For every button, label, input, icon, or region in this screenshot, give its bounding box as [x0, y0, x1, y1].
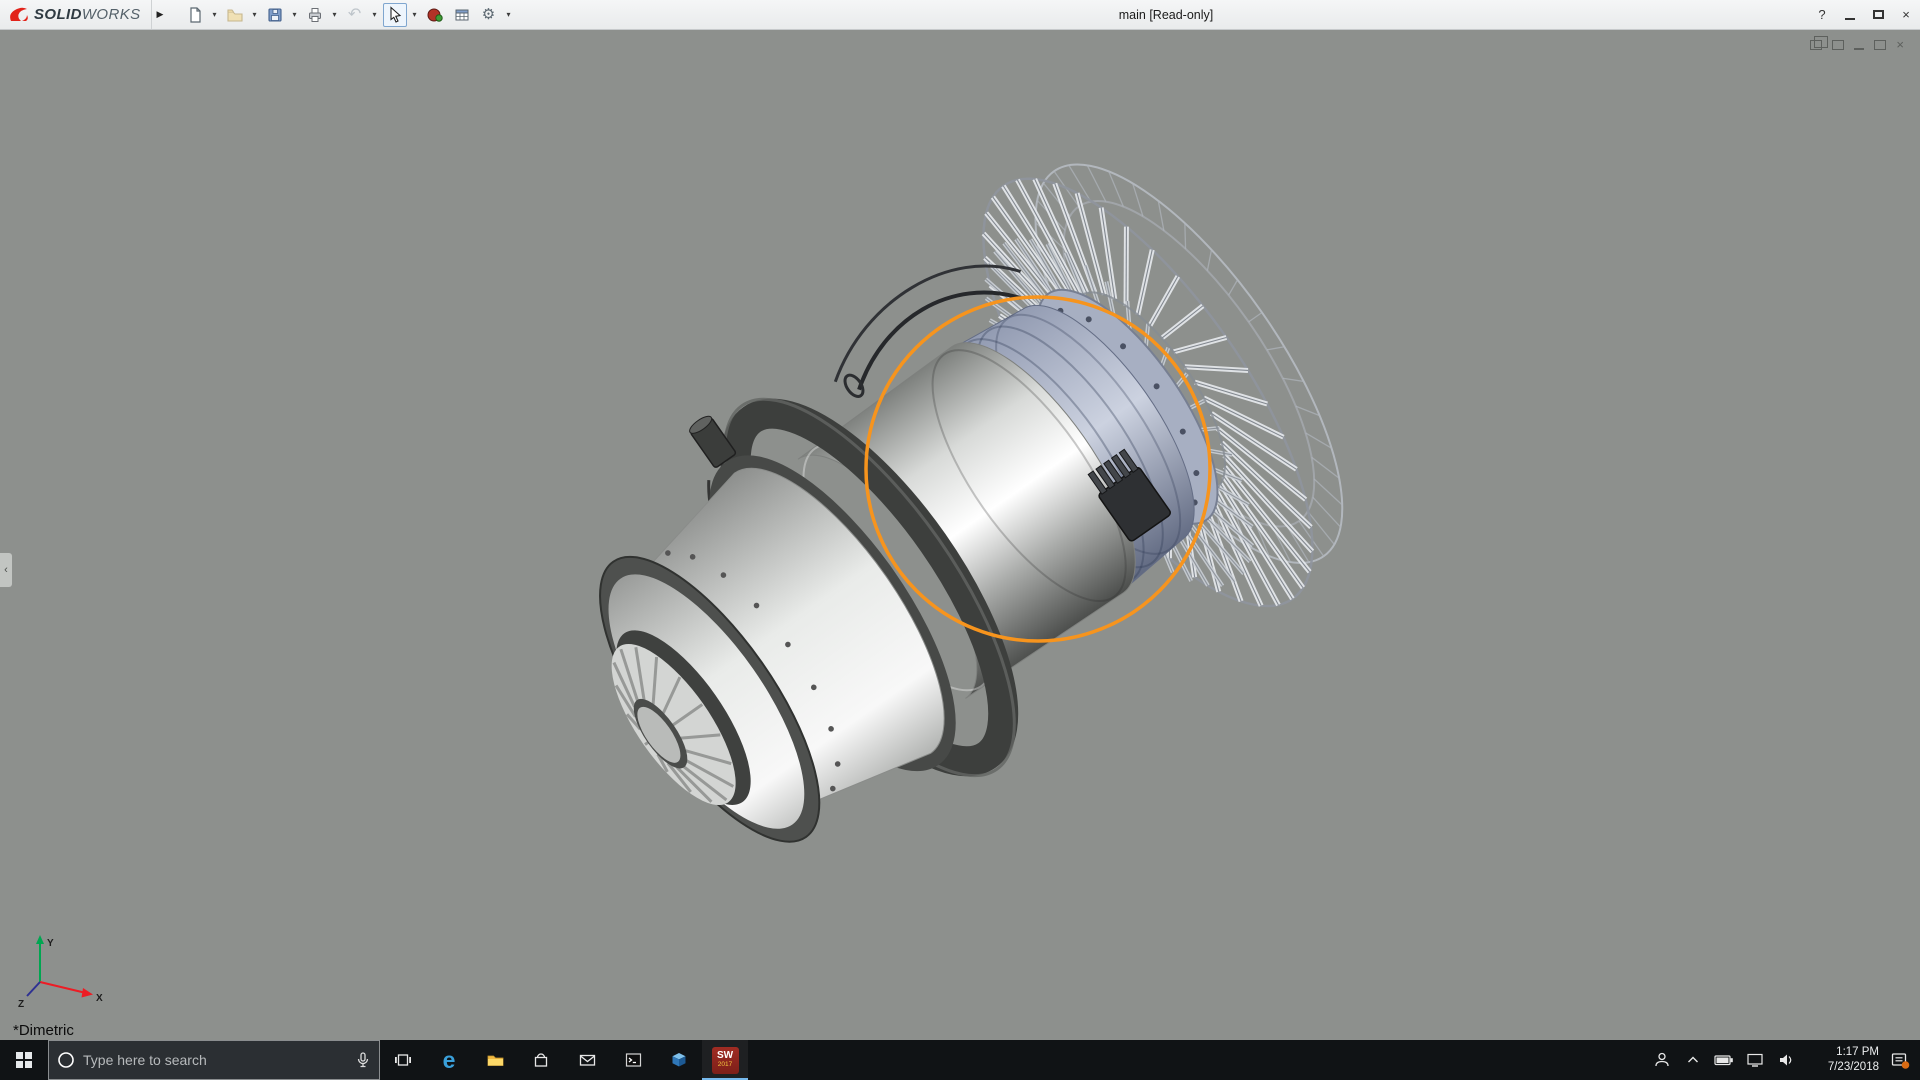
save-floppy-icon [266, 6, 284, 24]
doc-minimize-icon[interactable] [1854, 48, 1864, 50]
select-tool-dropdown[interactable]: ▾ [410, 10, 420, 19]
new-document-button[interactable] [183, 3, 207, 27]
command-prompt-button[interactable] [610, 1040, 656, 1080]
new-document-icon [186, 6, 204, 24]
help-button[interactable]: ? [1808, 0, 1836, 29]
open-document-dropdown[interactable]: ▾ [250, 10, 260, 19]
window-controls: ? × [1808, 0, 1920, 29]
appearance-button[interactable] [423, 3, 447, 27]
view-orientation-label: *Dimetric [13, 1022, 74, 1039]
new-document-dropdown[interactable]: ▾ [210, 10, 220, 19]
dassault-ds-logo-icon [8, 6, 30, 24]
edge-browser-button[interactable]: e [426, 1040, 472, 1080]
new-window-icon[interactable] [1810, 40, 1822, 50]
title-bar: SOLIDWORKS ▶ ▾ ▾ [0, 0, 1920, 30]
search-input[interactable] [83, 1052, 347, 1068]
document-window-controls: × [1810, 38, 1904, 51]
open-document-button[interactable] [223, 3, 247, 27]
edge-icon: e [443, 1049, 456, 1072]
store-button[interactable] [518, 1040, 564, 1080]
undo-button[interactable]: ↶ [343, 3, 367, 27]
minimize-button[interactable] [1836, 0, 1864, 29]
close-button[interactable]: × [1892, 0, 1920, 29]
solidworks-logo-text: SOLIDWORKS [34, 6, 141, 23]
select-cursor-icon [387, 6, 403, 23]
windows-taskbar: e [0, 1040, 1920, 1080]
tray-overflow-button[interactable] [1681, 1040, 1705, 1080]
solidworks-window: SOLIDWORKS ▶ ▾ ▾ [0, 0, 1920, 1080]
action-center-icon [1890, 1051, 1910, 1070]
system-tray: 1:17 PM 7/23/2018 [1650, 1040, 1920, 1080]
battery-status[interactable] [1712, 1040, 1736, 1080]
gear-icon: ⚙ [482, 7, 495, 22]
quick-access-toolbar: ▾ ▾ ▾ [183, 0, 514, 29]
triad-x-label: X [96, 993, 103, 1004]
solidworks-logo: SOLIDWORKS [0, 0, 151, 29]
command-prompt-icon [624, 1051, 643, 1069]
3d-model-canvas[interactable] [0, 30, 1920, 1040]
clock-time: 1:17 PM [1805, 1045, 1879, 1060]
triad-z-label: Z [18, 999, 24, 1010]
print-button[interactable] [303, 3, 327, 27]
open-folder-icon [226, 6, 244, 24]
cortana-circle-icon [57, 1051, 75, 1069]
triad-y-label: Y [47, 938, 54, 949]
settings-dropdown[interactable]: ▾ [504, 10, 514, 19]
task-pane-collapse-tab[interactable]: ‹ [0, 552, 13, 588]
speaker-icon [1777, 1052, 1795, 1068]
windows-logo-icon [16, 1052, 32, 1068]
maximize-button[interactable] [1864, 0, 1892, 29]
save-button[interactable] [263, 3, 287, 27]
person-icon [1653, 1051, 1671, 1069]
chevron-up-icon [1685, 1052, 1701, 1068]
doc-close-icon[interactable]: × [1896, 38, 1904, 51]
doc-restore-icon[interactable] [1874, 40, 1886, 50]
maximize-icon [1873, 10, 1884, 19]
print-icon [306, 6, 324, 24]
options-table-button[interactable] [450, 3, 474, 27]
orientation-triad[interactable]: Y X Z [16, 930, 108, 1010]
network-icon [1746, 1052, 1764, 1068]
notification-badge [1902, 1061, 1910, 1069]
viewport: × ‹ Y X Z *Dimetric [0, 30, 1920, 1040]
appearance-sphere-icon [426, 6, 444, 24]
clock-date: 7/23/2018 [1805, 1060, 1879, 1075]
shopping-bag-icon [532, 1051, 550, 1069]
microphone-icon[interactable] [355, 1051, 371, 1069]
print-dropdown[interactable]: ▾ [330, 10, 340, 19]
save-dropdown[interactable]: ▾ [290, 10, 300, 19]
people-button[interactable] [1650, 1040, 1674, 1080]
mail-envelope-icon [578, 1051, 597, 1069]
task-view-button[interactable] [380, 1040, 426, 1080]
volume-status[interactable] [1774, 1040, 1798, 1080]
solidworks-app-button[interactable]: SW 2017 [702, 1040, 748, 1080]
undo-dropdown[interactable]: ▾ [370, 10, 380, 19]
select-tool-button[interactable] [383, 3, 407, 27]
edrawings-button[interactable] [656, 1040, 702, 1080]
start-button[interactable] [0, 1040, 48, 1080]
solidworks-app-icon: SW 2017 [712, 1047, 739, 1074]
action-center-button[interactable] [1888, 1040, 1912, 1080]
blue-cube-icon [670, 1051, 688, 1069]
document-title: main [Read-only] [1119, 0, 1214, 30]
battery-icon [1714, 1052, 1734, 1068]
task-view-icon [394, 1051, 412, 1069]
table-icon [453, 6, 471, 24]
mail-button[interactable] [564, 1040, 610, 1080]
menu-flyout-arrow[interactable]: ▶ [151, 0, 169, 29]
file-explorer-icon [486, 1051, 505, 1069]
network-status[interactable] [1743, 1040, 1767, 1080]
taskbar-clock[interactable]: 1:17 PM 7/23/2018 [1805, 1045, 1881, 1075]
minimize-icon [1845, 18, 1855, 20]
settings-button[interactable]: ⚙ [477, 3, 501, 27]
undo-icon: ↶ [348, 7, 361, 23]
file-explorer-button[interactable] [472, 1040, 518, 1080]
taskbar-search[interactable] [48, 1040, 380, 1080]
tile-window-icon[interactable] [1832, 40, 1844, 50]
